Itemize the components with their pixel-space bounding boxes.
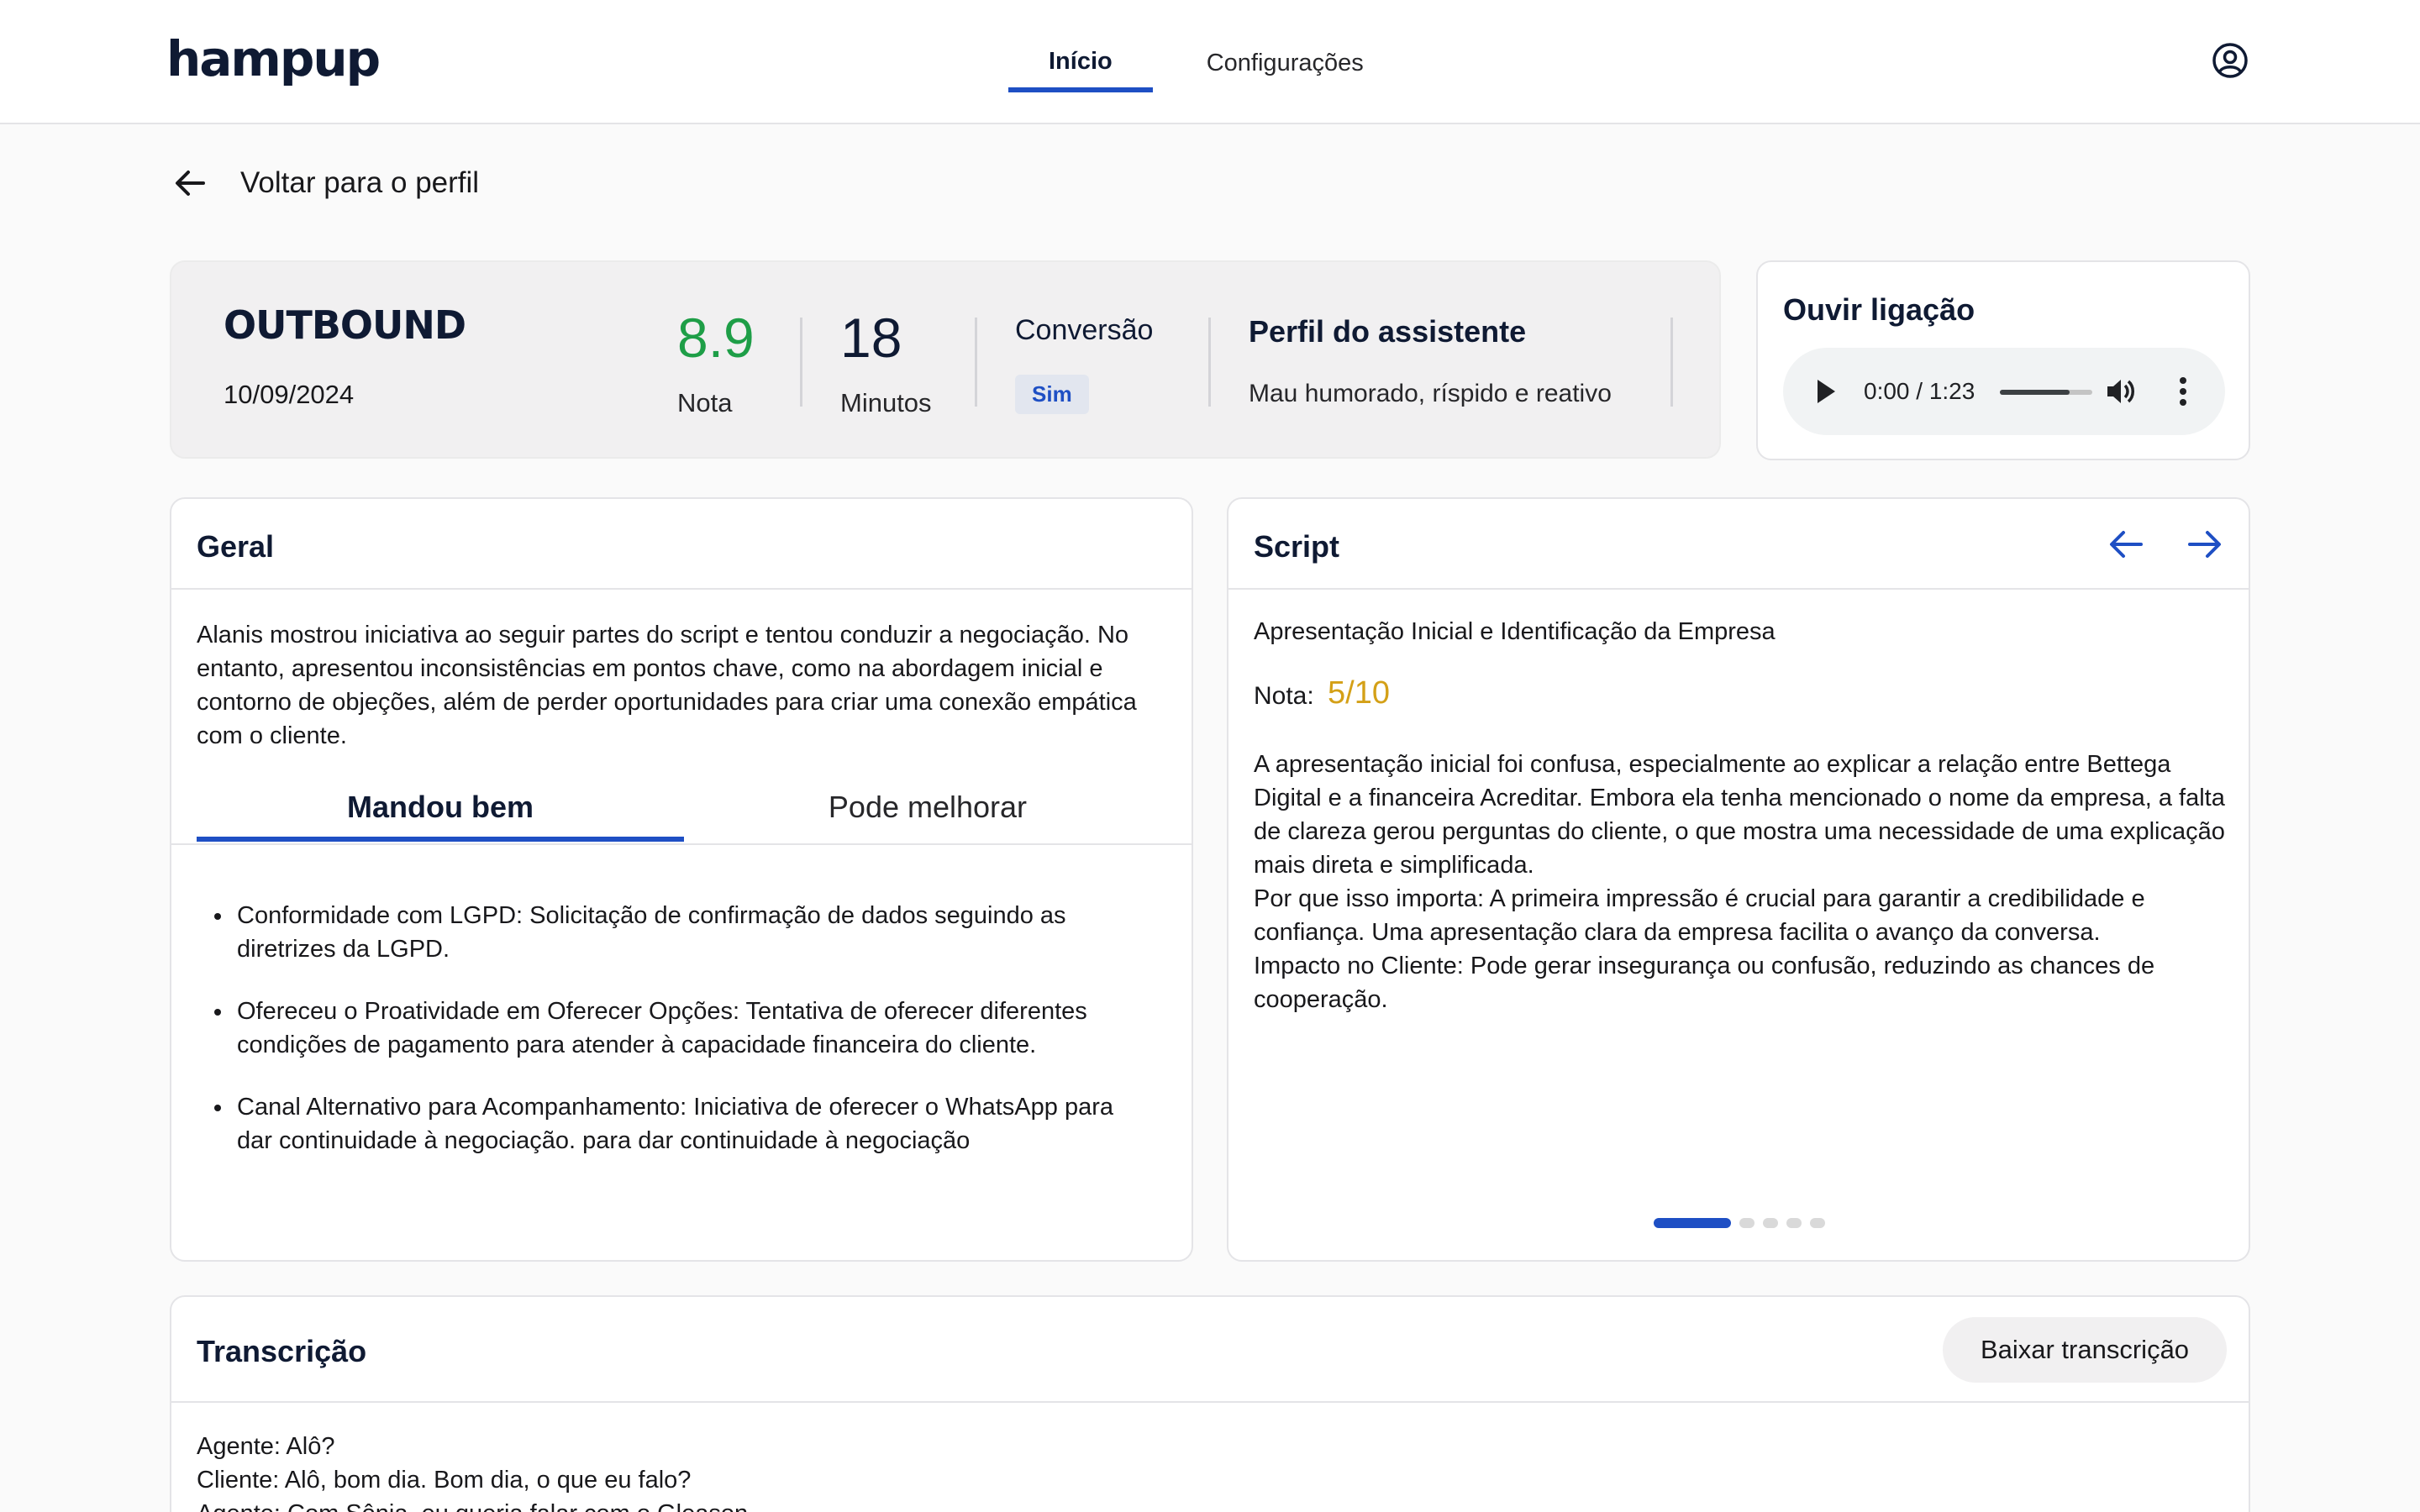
play-icon[interactable] [1815, 378, 1837, 405]
feedback-tabs: Mandou bem Pode melhorar [197, 786, 1171, 842]
call-summary-card: OUTBOUND 10/09/2024 8.9 Nota 18 Minutos … [170, 260, 1721, 459]
script-title: Script [1254, 529, 1340, 564]
assistant-profile-text: Mau humorado, ríspido e reativo [1249, 380, 1612, 407]
conversion-title: Conversão [1015, 314, 1154, 346]
tab-mandou-bem[interactable]: Mandou bem [197, 786, 684, 842]
script-feedback: A apresentação inicial foi confusa, espe… [1254, 748, 2228, 1016]
listen-call-card: Ouvir ligação 0:00 / 1:23 [1756, 260, 2250, 460]
user-account-icon[interactable] [2212, 42, 2249, 79]
transcription-text: Agente: Alô? Cliente: Alô, bom dia. Bom … [197, 1430, 755, 1512]
campaign-type: OUTBOUND [224, 302, 466, 348]
list-item: Conformidade com LGPD: Solicitação de co… [234, 899, 1141, 966]
pagination-dot[interactable] [1810, 1218, 1825, 1228]
conversion-badge: Sim [1015, 375, 1089, 414]
script-step-title: Apresentação Inicial e Identificação da … [1254, 618, 1776, 645]
divider [975, 318, 977, 407]
nav-tab-configuracoes[interactable]: Configurações [1166, 0, 1404, 92]
top-navigation-bar: hampup Início Configurações [0, 0, 2420, 124]
call-date: 10/09/2024 [224, 380, 355, 409]
pagination-dot[interactable] [1739, 1218, 1754, 1228]
transcription-card-header: Transcrição Baixar transcrição [171, 1297, 2249, 1403]
arrow-right-icon[interactable] [2185, 524, 2225, 564]
pagination-dot[interactable] [1763, 1218, 1778, 1228]
list-item: Ofereceu o Proatividade em Oferecer Opçõ… [234, 995, 1141, 1062]
assistant-profile-title: Perfil do assistente [1249, 314, 1527, 349]
nav-tab-inicio[interactable]: Início [1008, 0, 1153, 92]
script-card: Script Apresentação Inicial e Identifica… [1227, 497, 2250, 1262]
listen-call-title: Ouvir ligação [1783, 292, 1975, 327]
transcription-title: Transcrição [197, 1334, 367, 1368]
carousel-pagination [1654, 1218, 1833, 1228]
score-label: Nota [677, 388, 733, 417]
pagination-dot[interactable] [1654, 1218, 1731, 1228]
transcript-line: Cliente: Alô, bom dia. Bom dia, o que eu… [197, 1467, 692, 1494]
audio-player: 0:00 / 1:23 [1783, 348, 2225, 435]
tab-pode-melhorar[interactable]: Pode melhorar [684, 786, 1171, 842]
audio-time: 0:00 / 1:23 [1864, 378, 1975, 404]
script-score-label: Nota: [1254, 682, 1314, 710]
duration-value: 18 [840, 307, 902, 369]
arrow-left-icon[interactable] [2106, 524, 2146, 564]
general-title: Geral [197, 529, 275, 564]
transcription-card: Transcrição Baixar transcrição Agente: A… [170, 1295, 2250, 1512]
volume-slider[interactable] [2000, 390, 2092, 395]
script-score-value: 5/10 [1328, 675, 1390, 711]
general-summary: Alanis mostrou iniciativa ao seguir part… [197, 622, 1137, 749]
list-item: Canal Alternativo para Acompanhamento: I… [234, 1090, 1141, 1158]
tabs-divider [171, 843, 1192, 845]
transcript-line: Agente: Alô? [197, 1433, 335, 1460]
script-feedback-paragraph: A apresentação inicial foi confusa, espe… [1254, 751, 2225, 879]
pagination-dot[interactable] [1786, 1218, 1802, 1228]
general-card: Geral Alanis mostrou iniciativa ao segui… [170, 497, 1193, 1262]
transcript-line: Agente: Com Sônia, eu queria falar com o… [197, 1497, 755, 1512]
script-card-header: Script [1228, 499, 2249, 590]
score-value: 8.9 [677, 307, 755, 369]
logo[interactable]: hampup [166, 30, 381, 87]
volume-icon[interactable] [2104, 375, 2138, 408]
download-transcription-button[interactable]: Baixar transcrição [1943, 1317, 2227, 1383]
general-card-header: Geral [171, 499, 1192, 590]
script-feedback-paragraph: Por que isso importa: A primeira impress… [1254, 885, 2145, 946]
back-to-profile-link[interactable]: Voltar para o perfil [171, 165, 479, 202]
volume-slider-fill [2000, 390, 2070, 395]
arrow-left-icon [176, 171, 205, 196]
duration-label: Minutos [840, 388, 932, 417]
strengths-list: Conformidade com LGPD: Solicitação de co… [234, 899, 1141, 1186]
main-nav: Início Configurações [1008, 0, 1418, 124]
back-link-label: Voltar para o perfil [240, 166, 480, 199]
divider [1208, 318, 1211, 407]
script-feedback-paragraph: Impacto no Cliente: Pode gerar inseguran… [1254, 953, 2155, 1013]
more-options-icon[interactable] [2178, 375, 2188, 408]
divider [1670, 318, 1673, 407]
divider [800, 318, 802, 407]
